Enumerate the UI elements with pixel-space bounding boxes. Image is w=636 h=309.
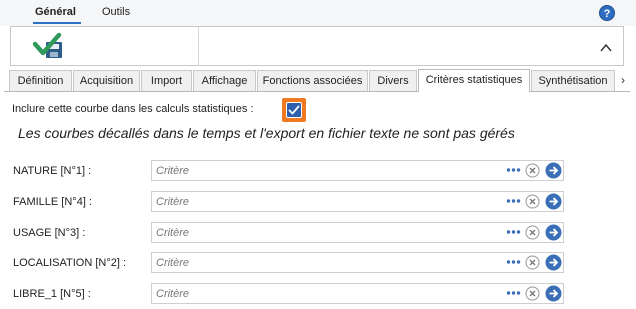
- criteria-label-nature: NATURE [N°1] :: [13, 165, 92, 177]
- tab-affichage[interactable]: Affichage: [193, 70, 256, 91]
- arrow-right-circle-icon[interactable]: [545, 285, 562, 302]
- tab-divers[interactable]: Divers: [369, 70, 417, 91]
- more-dots-icon[interactable]: [506, 228, 521, 236]
- criteria-input-nature[interactable]: [156, 163, 496, 178]
- tab-synthetisation[interactable]: Synthétisation: [531, 70, 615, 91]
- check-save-icon[interactable]: [33, 31, 67, 61]
- menu-tab-outils[interactable]: Outils: [102, 6, 130, 18]
- top-menu-bar: Général Outils ?: [0, 0, 636, 26]
- checkbox-box: [286, 102, 302, 118]
- tab-fonctions-associees[interactable]: Fonctions associées: [257, 70, 368, 91]
- criteria-label-localisation: LOCALISATION [N°2] :: [13, 257, 127, 269]
- ribbon-separator: [198, 27, 199, 65]
- tab-definition[interactable]: Définition: [9, 70, 72, 91]
- help-glyph: ?: [603, 8, 611, 20]
- criteria-label-famille: FAMILLE [N°4] :: [13, 196, 92, 208]
- chevron-up-icon[interactable]: [599, 41, 613, 55]
- arrow-right-circle-icon[interactable]: [545, 224, 562, 241]
- clear-x-icon[interactable]: [525, 225, 540, 240]
- arrow-right-circle-icon[interactable]: [545, 193, 562, 210]
- criteria-field-libre-1: [151, 283, 564, 304]
- tab-criteres-statistiques[interactable]: Critères statistiques: [418, 69, 530, 92]
- include-stats-label: Inclure cette courbe dans les calculs st…: [12, 103, 254, 115]
- checkmark-icon: [288, 105, 300, 115]
- clear-x-icon[interactable]: [525, 286, 540, 301]
- criteria-field-famille: [151, 191, 564, 212]
- tab-import[interactable]: Import: [141, 70, 192, 91]
- clear-x-icon[interactable]: [525, 163, 540, 178]
- criteria-input-famille[interactable]: [156, 194, 496, 209]
- menu-tab-active-indicator: [33, 22, 81, 24]
- more-dots-icon[interactable]: [506, 166, 521, 174]
- arrow-right-circle-icon[interactable]: [545, 254, 562, 271]
- criteria-input-libre-1[interactable]: [156, 286, 496, 301]
- criteria-input-usage[interactable]: [156, 225, 496, 240]
- tab-acquisition[interactable]: Acquisition: [73, 70, 140, 91]
- menu-tab-general[interactable]: Général: [35, 6, 76, 18]
- clear-x-icon[interactable]: [525, 194, 540, 209]
- criteria-input-localisation[interactable]: [156, 255, 496, 270]
- criteria-field-localisation: [151, 252, 564, 273]
- notice-text: Les courbes décallés dans le temps et l'…: [18, 125, 515, 141]
- criteria-field-usage: [151, 222, 564, 243]
- more-dots-icon[interactable]: [506, 289, 521, 297]
- include-stats-checkbox[interactable]: [282, 98, 306, 122]
- more-dots-icon[interactable]: [506, 197, 521, 205]
- criteria-label-usage: USAGE [N°3] :: [13, 227, 86, 239]
- criteria-field-nature: [151, 160, 564, 181]
- more-dots-icon[interactable]: [506, 258, 521, 266]
- question-circle-icon[interactable]: ?: [599, 5, 615, 21]
- ribbon-panel: [10, 26, 624, 66]
- tab-strip: Définition Acquisition Import Affichage …: [0, 69, 636, 92]
- clear-x-icon[interactable]: [525, 255, 540, 270]
- criteria-label-libre-1: LIBRE_1 [N°5] :: [13, 288, 91, 300]
- arrow-right-circle-icon[interactable]: [545, 162, 562, 179]
- tab-scroll-right-icon[interactable]: ›: [616, 72, 630, 88]
